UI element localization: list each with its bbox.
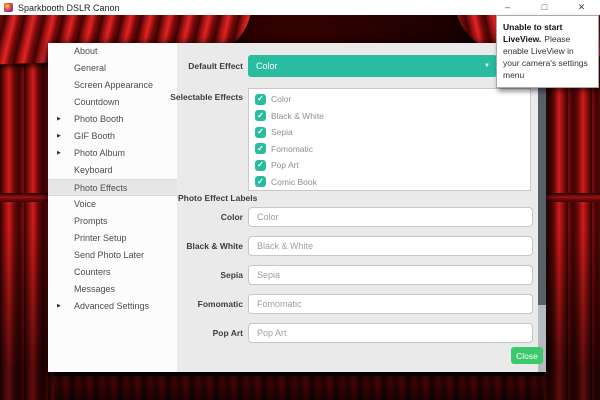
sidebar-item-prompts[interactable]: ▶Prompts	[48, 213, 177, 230]
checkbox-checked-icon[interactable]: ✓	[255, 143, 266, 155]
sidebar-item-counters[interactable]: ▶Counters	[48, 264, 177, 281]
effect-option-black-white[interactable]: ✓ Black & White	[255, 108, 530, 125]
expand-arrow-icon: ▶	[57, 116, 61, 122]
default-effect-value: Color	[256, 61, 278, 71]
close-window-button[interactable]: ✕	[563, 0, 600, 15]
fomomatic-label-input[interactable]	[248, 294, 533, 314]
sidebar-item-keyboard[interactable]: ▶Keyboard	[48, 162, 177, 179]
sidebar-item-send-photo-later[interactable]: ▶Send Photo Later	[48, 247, 177, 264]
effect-option-pop-art[interactable]: ✓ Pop Art	[255, 157, 530, 174]
app-icon	[4, 3, 13, 12]
sidebar-item-photo-booth[interactable]: ▶ Photo Booth	[48, 111, 177, 128]
expand-arrow-icon: ▶	[57, 150, 61, 156]
curtain-tieback-left	[0, 193, 54, 202]
black-white-label-input[interactable]	[248, 236, 533, 256]
pop-art-field-label: Pop Art	[212, 328, 243, 338]
sepia-label-input[interactable]	[248, 265, 533, 285]
close-button[interactable]: Close	[511, 347, 543, 364]
chevron-down-icon: ▼	[484, 63, 490, 69]
window-title: Sparkbooth DSLR Canon	[18, 2, 120, 13]
expand-arrow-icon: ▶	[57, 133, 61, 139]
checkbox-checked-icon[interactable]: ✓	[255, 176, 266, 188]
fomomatic-field-label: Fomomatic	[197, 299, 243, 309]
pop-art-label-input[interactable]	[248, 323, 533, 343]
selectable-effects-list: ✓ Color ✓ Black & White ✓ Sepia ✓ Fomomatic …	[248, 88, 531, 191]
scrollbar-track[interactable]	[538, 43, 546, 372]
sidebar-item-photo-album[interactable]: ▶ Photo Album	[48, 145, 177, 162]
settings-sidebar: ▶About ▶General ▶Screen Appearance ▶Coun…	[48, 43, 177, 372]
sidebar-item-printer-setup[interactable]: ▶Printer Setup	[48, 230, 177, 247]
photo-effects-page: Default Effect Color ▼ Selectable Effect…	[170, 43, 546, 372]
settings-panel: ▶About ▶General ▶Screen Appearance ▶Coun…	[48, 43, 546, 372]
sepia-field-label: Sepia	[220, 270, 243, 280]
color-label-input[interactable]	[248, 207, 533, 227]
sidebar-item-gif-booth[interactable]: ▶ GIF Booth	[48, 128, 177, 145]
liveview-notification: Unable to start LiveView. Please enable L…	[496, 15, 599, 89]
curtain-bottom	[0, 374, 600, 400]
default-effect-label: Default Effect	[188, 61, 243, 71]
sidebar-item-photo-effects[interactable]: ▶Photo Effects	[48, 179, 177, 196]
curtain-left	[0, 15, 54, 400]
sidebar-item-messages[interactable]: ▶Messages	[48, 281, 177, 298]
sidebar-item-screen-appearance[interactable]: ▶Screen Appearance	[48, 77, 177, 94]
effect-option-comic-book[interactable]: ✓ Comic Book	[255, 174, 530, 191]
sidebar-item-voice[interactable]: ▶Voice	[48, 196, 177, 213]
maximize-button[interactable]: □	[526, 0, 563, 15]
expand-arrow-icon: ▶	[57, 303, 61, 309]
effect-option-fomomatic[interactable]: ✓ Fomomatic	[255, 141, 530, 158]
sidebar-item-general[interactable]: ▶General	[48, 60, 177, 77]
sidebar-item-countdown[interactable]: ▶Countdown	[48, 94, 177, 111]
checkbox-checked-icon[interactable]: ✓	[255, 159, 266, 171]
checkbox-checked-icon[interactable]: ✓	[255, 93, 266, 105]
effect-option-color[interactable]: ✓ Color	[255, 91, 530, 108]
sidebar-item-advanced-settings[interactable]: ▶ Advanced Settings	[48, 298, 177, 315]
black-white-field-label: Black & White	[186, 241, 243, 251]
minimize-button[interactable]: –	[489, 0, 526, 15]
title-bar: Sparkbooth DSLR Canon – □ ✕	[0, 0, 600, 15]
window-controls: – □ ✕	[489, 0, 600, 15]
effect-option-sepia[interactable]: ✓ Sepia	[255, 124, 530, 141]
default-effect-dropdown[interactable]: Color ▼	[248, 55, 497, 77]
checkbox-checked-icon[interactable]: ✓	[255, 126, 266, 138]
selectable-effects-label: Selectable Effects	[170, 92, 243, 102]
curtain-tieback-right	[544, 193, 600, 202]
app-window: Sparkbooth DSLR Canon – □ ✕ ▶About ▶Gene…	[0, 0, 600, 400]
checkbox-checked-icon[interactable]: ✓	[255, 110, 266, 122]
photo-effect-labels-heading: Photo Effect Labels	[178, 193, 258, 203]
color-field-label: Color	[220, 212, 243, 222]
sidebar-item-about[interactable]: ▶About	[48, 43, 177, 60]
